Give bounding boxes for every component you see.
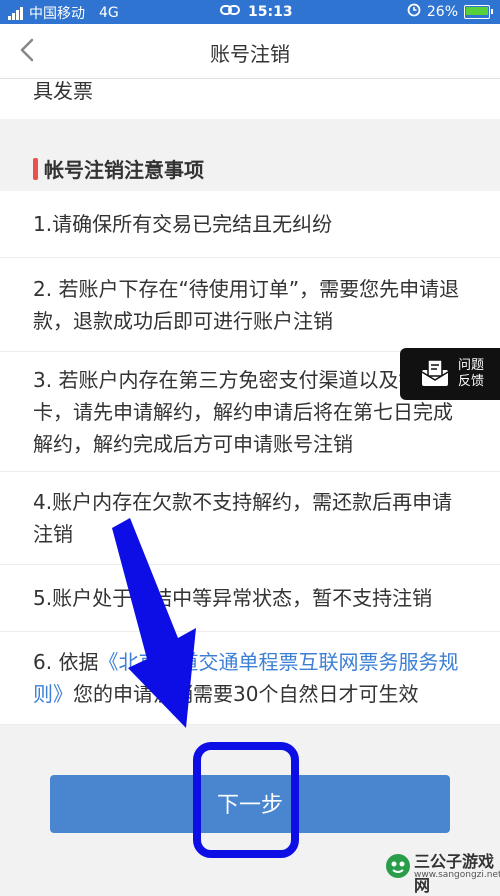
battery-icon bbox=[464, 5, 493, 19]
partial-content: 具发票 bbox=[0, 79, 500, 119]
notice-text: 4.账户内存在欠款不支持解约，需还款后再申请注销 bbox=[33, 490, 453, 546]
alarm-icon bbox=[407, 3, 421, 21]
nav-bar: 账号注销 bbox=[0, 24, 500, 79]
notice-text: 1.请确保所有交易已完结且无纠纷 bbox=[33, 212, 333, 236]
mail-icon bbox=[421, 359, 449, 386]
section-title: 帐号注销注意事项 bbox=[44, 158, 204, 182]
notice-prefix: 6. 依据 bbox=[33, 650, 99, 674]
partial-text: 具发票 bbox=[33, 79, 93, 103]
feedback-button[interactable]: 问题 反馈 bbox=[400, 348, 500, 400]
notice-text: 6. 依据《北京轨道交通单程票互联网票务服务规则》您的申请注销需要30个自然日才… bbox=[33, 646, 472, 710]
notice-text: 2. 若账户下存在“待使用订单”，需要您先申请退款，退款成功后即可进行账户注销 bbox=[33, 276, 460, 333]
feedback-label-2: 反馈 bbox=[458, 374, 485, 389]
feedback-label-1: 问题 bbox=[458, 358, 485, 373]
clock-label: 15:13 bbox=[248, 4, 293, 20]
notice-list: 1.请确保所有交易已完结且无纠纷 2. 若账户下存在“待使用订单”，需要您先申请… bbox=[0, 191, 500, 725]
annotation-arrow bbox=[112, 518, 196, 728]
section-accent-bar bbox=[33, 158, 38, 180]
list-item: 4.账户内存在欠款不支持解约，需还款后再申请注销 bbox=[0, 472, 500, 565]
watermark-logo-icon bbox=[386, 854, 410, 878]
notice-text: 5.账户处于冻结中等异常状态，暂不支持注销 bbox=[33, 586, 433, 610]
section-header: 帐号注销注意事项 bbox=[0, 145, 500, 189]
link-icon bbox=[220, 3, 240, 21]
network-label: 4G bbox=[99, 5, 119, 21]
battery-label: 26% bbox=[426, 4, 458, 20]
list-item: 5.账户处于冻结中等异常状态，暂不支持注销 bbox=[0, 565, 500, 632]
list-item: 6. 依据《北京轨道交通单程票互联网票务服务规则》您的申请注销需要30个自然日才… bbox=[0, 632, 500, 725]
page-title: 账号注销 bbox=[210, 42, 290, 66]
status-bar: 中国移动 4G 15:13 26% bbox=[0, 0, 500, 24]
carrier-label: 中国移动 bbox=[29, 6, 85, 22]
list-item: 2. 若账户下存在“待使用订单”，需要您先申请退款，退款成功后即可进行账户注销 bbox=[0, 258, 500, 352]
watermark-url: www.sangongzi.net bbox=[414, 870, 500, 880]
annotation-highlight bbox=[193, 742, 299, 858]
watermark: 三公子游戏网 www.sangongzi.net bbox=[382, 846, 500, 895]
list-item: 1.请确保所有交易已完结且无纠纷 bbox=[0, 191, 500, 258]
signal-icon bbox=[8, 6, 23, 20]
